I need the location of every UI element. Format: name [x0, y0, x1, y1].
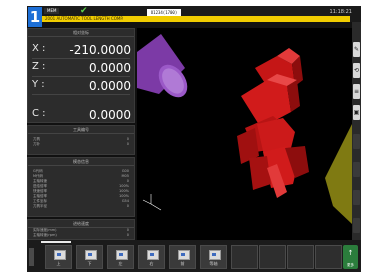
- view-right-button[interactable]: 右: [138, 245, 165, 269]
- right-softkey[interactable]: [353, 190, 360, 205]
- view-front-icon: [178, 250, 190, 260]
- button-label: 左: [118, 261, 123, 266]
- axis-row-y: Y : 0.0000: [28, 79, 136, 93]
- view-iso-button[interactable]: 等轴: [200, 245, 227, 269]
- empty-softkey[interactable]: [315, 245, 342, 269]
- row-value: 0: [126, 204, 129, 208]
- row-label: M代码: [33, 174, 44, 178]
- divider: [32, 94, 130, 95]
- row-label: 主轴转速: [33, 179, 47, 183]
- tool-panel: 工具编号 刀具 0 刀补 0: [27, 125, 135, 155]
- row-label: G代码: [33, 169, 43, 173]
- feed-row: 主轴转速(rpm) 0: [28, 233, 134, 238]
- left-info-panel: 相对坐标 X : -210.0000 Z : 0.0000 Y : 0.0000…: [27, 28, 137, 240]
- arrow-up-icon: ↑: [347, 249, 354, 257]
- spindle-cylinder: [137, 34, 188, 98]
- mode-label: MEM: [44, 8, 60, 14]
- axis-value: 0.0000: [89, 79, 131, 93]
- workpiece-part: [237, 48, 309, 198]
- button-label: 下: [87, 261, 92, 266]
- right-softkey[interactable]: [353, 162, 360, 177]
- row-label: 刀具: [33, 137, 40, 141]
- right-softkey[interactable]: [353, 218, 360, 233]
- button-label: 等轴: [209, 261, 218, 266]
- edit-icon[interactable]: ✎: [353, 42, 360, 57]
- bottom-softkey-bar: 上 下 左 右 前 等轴 ↑ 更多: [27, 240, 361, 272]
- rotate-icon[interactable]: ⟲: [353, 63, 360, 78]
- view-front-button[interactable]: 前: [169, 245, 196, 269]
- axis-value: -210.0000: [69, 43, 131, 57]
- button-label: 右: [149, 261, 154, 266]
- machining-scene: [137, 34, 352, 224]
- axis-name: X :: [32, 43, 46, 54]
- row-label: 进给倍率: [33, 184, 47, 188]
- row-label: 主轴转速(rpm): [33, 233, 57, 237]
- axis-row-z: Z : 0.0000: [28, 61, 136, 75]
- row-value: 0: [126, 142, 129, 146]
- view-bottom-icon: [85, 250, 97, 260]
- check-icon: ✔: [80, 6, 88, 16]
- divider: [32, 76, 130, 77]
- axis-row-c: C : 0.0000: [28, 108, 136, 122]
- channel-indicator[interactable]: 1: [28, 7, 42, 27]
- list-icon[interactable]: ≡: [353, 84, 360, 99]
- right-softkey[interactable]: [353, 134, 360, 149]
- tool-title: 工具编号: [28, 126, 134, 134]
- axis-value: 0.0000: [89, 108, 131, 122]
- row-label: 实际速度(mm): [33, 228, 57, 232]
- feed-title: 进给速度: [28, 220, 134, 228]
- tab-indicator: [41, 241, 71, 243]
- empty-softkey[interactable]: [287, 245, 314, 269]
- axis-value: 0.0000: [89, 61, 131, 75]
- right-softkey-strip: ✎ ⟲ ≡ ▣: [352, 22, 361, 240]
- modal-panel: 模态信息 G代码 G00 M代码 M05 主轴转速 0 进给倍率 100% 快速倍率 10…: [27, 157, 135, 217]
- view-top-icon: [54, 250, 66, 260]
- axis-row-x: X : -210.0000: [28, 43, 136, 57]
- view-iso-icon: [209, 250, 221, 260]
- empty-softkey[interactable]: [231, 245, 258, 269]
- view-left-button[interactable]: 左: [107, 245, 134, 269]
- clock: 11:18:21: [329, 9, 352, 15]
- alarm-bar[interactable]: 2001 AUTOMATIC TOOL LENGTH COMP.: [42, 16, 350, 22]
- axis-name: Z :: [32, 61, 46, 72]
- view-left-icon: [116, 250, 128, 260]
- row-value: 0: [126, 233, 129, 237]
- position-title: 相对坐标: [28, 29, 134, 37]
- empty-softkey[interactable]: [259, 245, 286, 269]
- divider: [32, 58, 130, 59]
- row-label: 刀具半径: [33, 204, 47, 208]
- button-label: 上: [56, 261, 61, 266]
- feed-panel: 进给速度 实际速度(mm) 0 主轴转速(rpm) 0: [27, 219, 135, 240]
- simulation-viewport[interactable]: [137, 28, 352, 240]
- chuck-jaw: [325, 124, 352, 224]
- prev-page-button[interactable]: [29, 248, 34, 266]
- position-panel: 相对坐标 X : -210.0000 Z : 0.0000 Y : 0.0000…: [27, 28, 135, 123]
- axis-name: Y :: [32, 79, 45, 90]
- row-label: 主轴倍率: [33, 194, 47, 198]
- view-icon[interactable]: ▣: [353, 105, 360, 120]
- view-bottom-button[interactable]: 下: [76, 245, 103, 269]
- view-right-icon: [147, 250, 159, 260]
- row-label: 工件坐标: [33, 199, 47, 203]
- modal-title: 模态信息: [28, 158, 134, 166]
- axis-name: C :: [32, 108, 46, 119]
- tool-row: 刀补 0: [28, 142, 134, 147]
- cnc-screen: MEM ✔ O1234(1700) 11:18:21 1 2001 AUTOMA…: [27, 6, 361, 272]
- modal-row: 刀具半径 0: [28, 204, 134, 209]
- program-name[interactable]: O1234(1700): [147, 9, 181, 16]
- button-label: 前: [180, 261, 185, 266]
- view-top-button[interactable]: 上: [45, 245, 72, 269]
- axis-triad: [142, 194, 162, 211]
- more-button[interactable]: ↑ 更多: [343, 245, 358, 269]
- row-label: 快速倍率: [33, 189, 47, 193]
- more-label: 更多: [347, 263, 354, 267]
- row-label: 刀补: [33, 142, 40, 146]
